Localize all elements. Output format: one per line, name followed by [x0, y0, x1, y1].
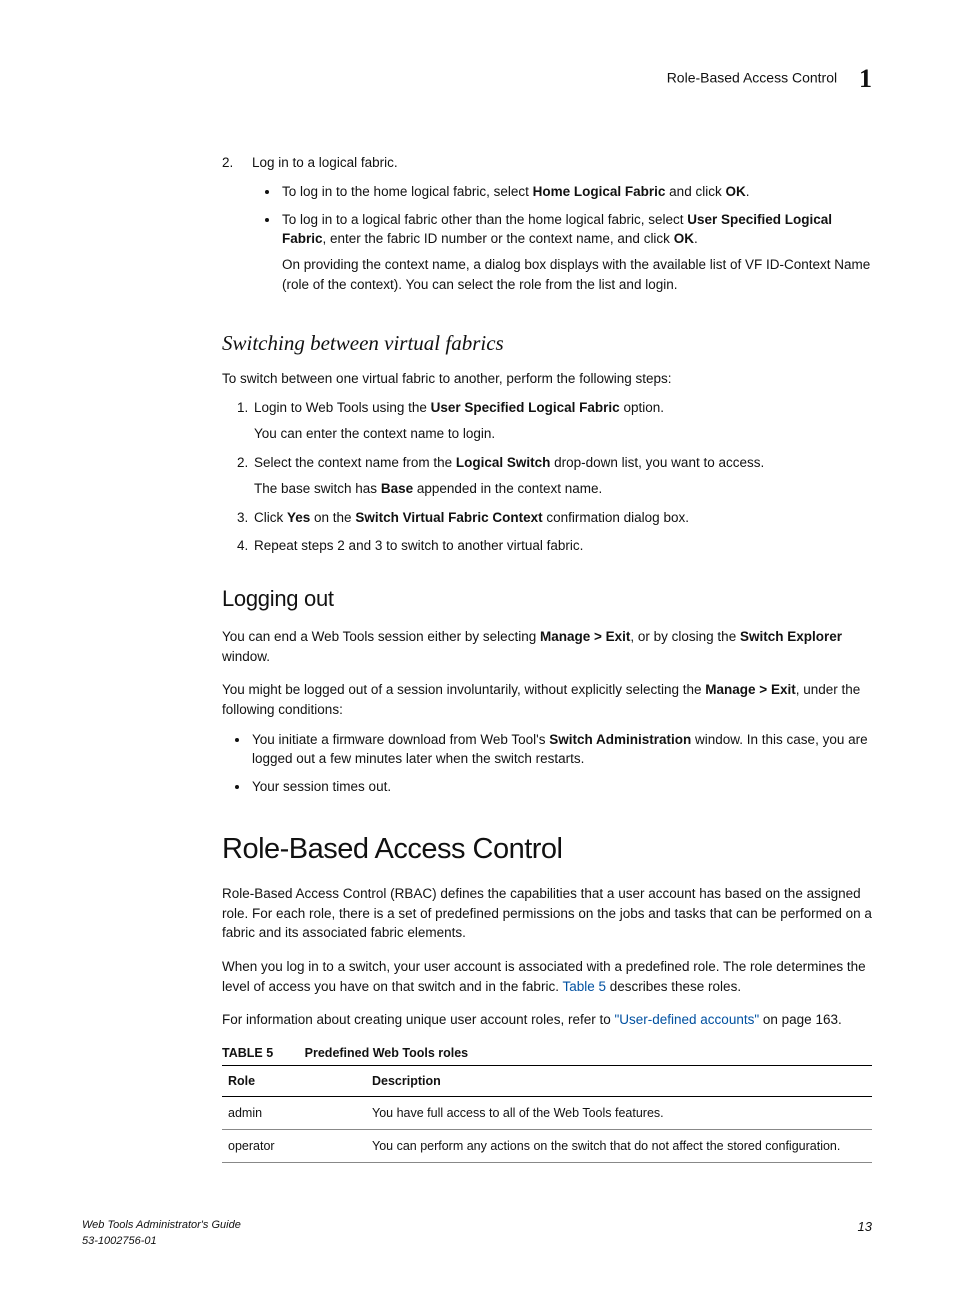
footer-title: Web Tools Administrator's Guide [82, 1218, 241, 1234]
rbac-p3: For information about creating unique us… [222, 1010, 872, 1030]
switch-step-1-note: You can enter the context name to login. [254, 424, 872, 444]
logging-b2: Your session times out. [250, 777, 872, 797]
logging-p1: You can end a Web Tools session either b… [222, 627, 872, 666]
step-marker: 2. [222, 153, 252, 304]
logging-p2: You might be logged out of a session inv… [222, 680, 872, 719]
heading-switching: Switching between virtual fabrics [222, 328, 872, 358]
table-row: admin You have full access to all of the… [222, 1096, 872, 1129]
switch-step-3: Click Yes on the Switch Virtual Fabric C… [252, 508, 872, 528]
runhead-title: Role-Based Access Control [667, 70, 837, 86]
heading-rbac: Role-Based Access Control [222, 828, 872, 870]
page-footer: Web Tools Administrator's Guide 53-10027… [82, 1218, 872, 1250]
table-row: operator You can perform any actions on … [222, 1130, 872, 1163]
step-lead: Log in to a logical fabric. [252, 153, 872, 173]
cell-desc: You have full access to all of the Web T… [366, 1096, 872, 1129]
switch-step-1: Login to Web Tools using the User Specif… [252, 398, 872, 443]
cell-role: operator [222, 1130, 366, 1163]
th-desc: Description [366, 1066, 872, 1097]
switching-intro: To switch between one virtual fabric to … [222, 369, 872, 389]
switch-step-2-note: The base switch has Base appended in the… [254, 479, 872, 499]
logging-conditions: You initiate a firmware download from We… [222, 730, 872, 797]
link-user-defined-accounts[interactable]: "User-defined accounts" [614, 1012, 759, 1027]
page-number: 13 [858, 1218, 872, 1250]
context-note: On providing the context name, a dialog … [282, 255, 872, 294]
table-label: TABLE 5 [222, 1046, 273, 1060]
switch-step-4: Repeat steps 2 and 3 to switch to anothe… [252, 536, 872, 556]
running-header: Role-Based Access Control 1 [82, 60, 872, 98]
th-role: Role [222, 1066, 366, 1097]
chapter-number: 1 [859, 60, 872, 98]
footer-left: Web Tools Administrator's Guide 53-10027… [82, 1218, 241, 1250]
footer-docnum: 53-1002756-01 [82, 1234, 241, 1250]
step-2: 2. Log in to a logical fabric. To log in… [222, 153, 872, 304]
bullet-home-fabric: To log in to the home logical fabric, se… [280, 182, 872, 202]
bullet-user-specified: To log in to a logical fabric other than… [280, 210, 872, 294]
rbac-p2: When you log in to a switch, your user a… [222, 957, 872, 996]
rbac-p1: Role-Based Access Control (RBAC) defines… [222, 884, 872, 943]
cell-role: admin [222, 1096, 366, 1129]
cell-desc: You can perform any actions on the switc… [366, 1130, 872, 1163]
table-caption: Predefined Web Tools roles [305, 1046, 468, 1060]
logging-b1: You initiate a firmware download from We… [250, 730, 872, 769]
switch-step-2: Select the context name from the Logical… [252, 453, 872, 498]
roles-table: Role Description admin You have full acc… [222, 1066, 872, 1163]
switching-steps: Login to Web Tools using the User Specif… [222, 398, 872, 555]
heading-logging-out: Logging out [222, 583, 872, 615]
link-table5[interactable]: Table 5 [562, 979, 606, 994]
body-content: 2. Log in to a logical fabric. To log in… [222, 153, 872, 1164]
table-caption-row: TABLE 5 Predefined Web Tools roles [222, 1044, 872, 1066]
